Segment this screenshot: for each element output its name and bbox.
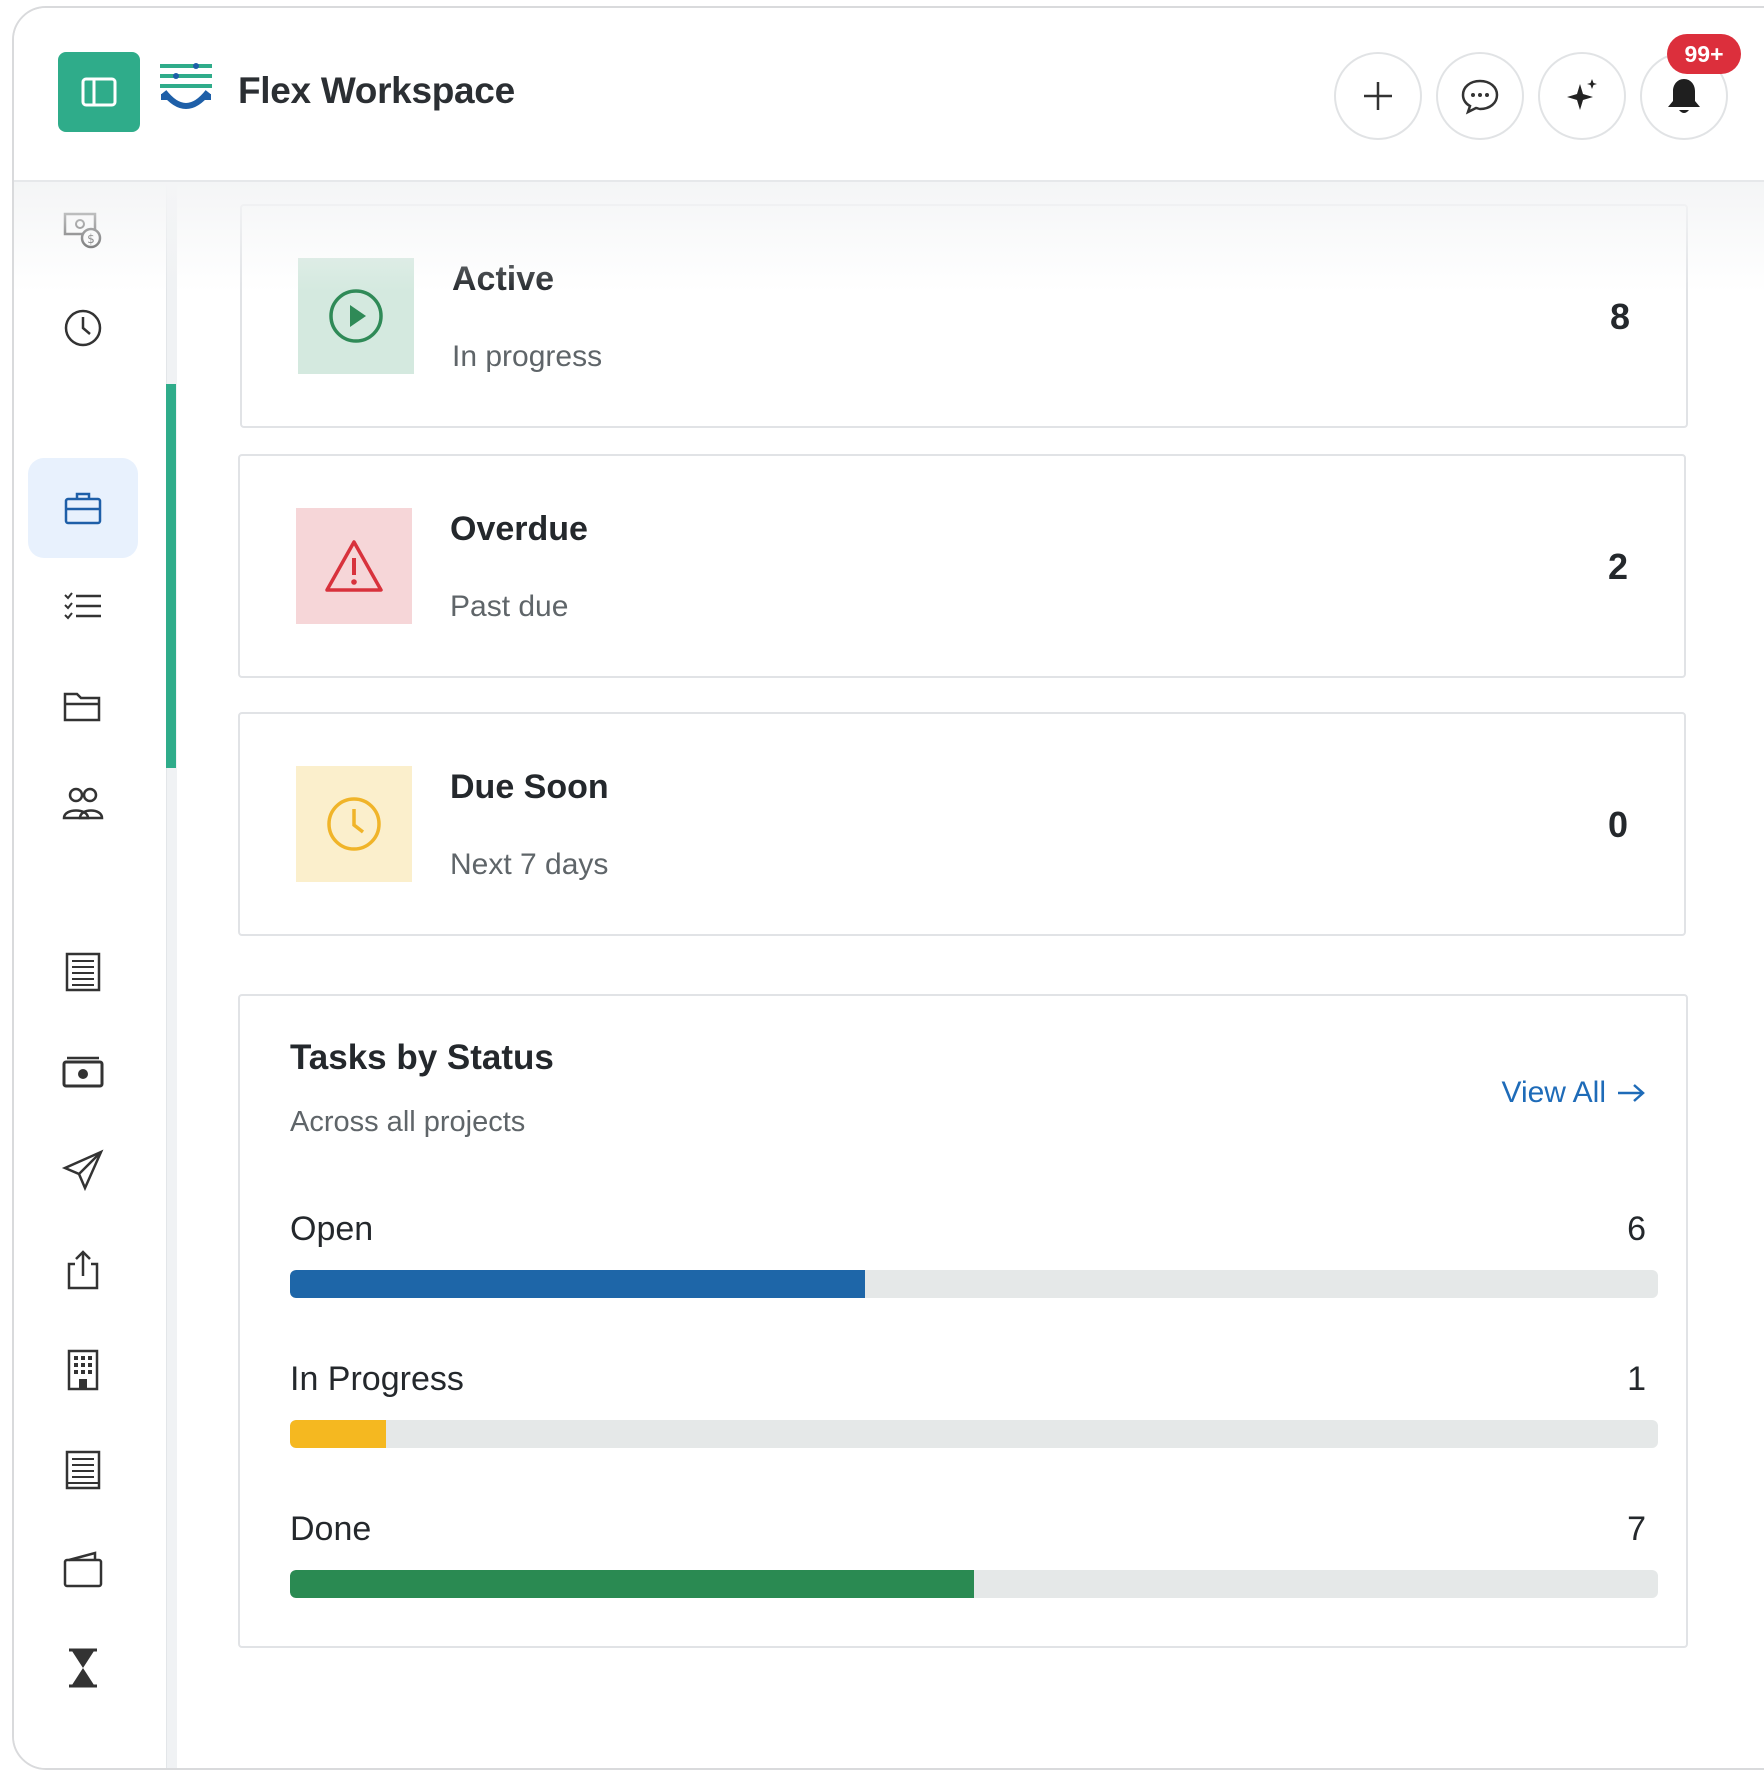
sidebar-item-send[interactable] bbox=[28, 1120, 138, 1220]
share-icon bbox=[67, 1250, 99, 1290]
cash-icon bbox=[62, 1056, 104, 1088]
sidebar-item-payments[interactable] bbox=[28, 1022, 138, 1122]
svg-text:$: $ bbox=[87, 232, 95, 246]
status-card-active[interactable]: Active In progress 8 bbox=[240, 204, 1688, 428]
card-icon-box bbox=[296, 508, 412, 624]
card-count: 2 bbox=[1607, 546, 1628, 587]
building-icon bbox=[67, 1349, 99, 1391]
money-settings-icon: $ bbox=[63, 212, 102, 249]
top-header: Flex Workspace 99+ bbox=[14, 8, 1764, 182]
progress-fill bbox=[290, 1270, 865, 1298]
sidebar-toggle-button[interactable] bbox=[58, 52, 140, 132]
clock-icon bbox=[327, 797, 381, 851]
sidebar-item-projects[interactable] bbox=[28, 458, 138, 558]
clock-icon bbox=[64, 309, 102, 347]
warning-icon bbox=[325, 540, 383, 592]
logo-icon bbox=[160, 63, 212, 109]
sidebar-item-files[interactable] bbox=[28, 656, 138, 756]
card-title: Overdue bbox=[450, 510, 588, 548]
status-row-label: In Progress bbox=[290, 1360, 464, 1398]
chat-icon bbox=[1461, 79, 1499, 115]
sidebar-item-company[interactable] bbox=[28, 1320, 138, 1420]
sidebar-item-wallet[interactable] bbox=[28, 1520, 138, 1620]
card-title: Active bbox=[452, 260, 555, 298]
sidebar-item-billing[interactable]: $ bbox=[28, 180, 138, 280]
wallet-icon bbox=[63, 1551, 103, 1588]
sidebar-panel-icon bbox=[81, 77, 117, 107]
app-window: Flex Workspace 99+ $ Active In progress … bbox=[12, 6, 1764, 1770]
card-icon-box bbox=[296, 766, 412, 882]
progress-bar-done bbox=[290, 1570, 1658, 1598]
sparkle-icon bbox=[1567, 79, 1597, 110]
sidebar-item-documents[interactable] bbox=[28, 922, 138, 1022]
sidebar-item-time[interactable] bbox=[28, 278, 138, 378]
bell-icon bbox=[1668, 79, 1700, 113]
sidebar-item-team[interactable] bbox=[28, 754, 138, 854]
status-row-value: 1 bbox=[1627, 1360, 1646, 1398]
sidebar-item-share[interactable] bbox=[28, 1220, 138, 1320]
chat-button[interactable] bbox=[1436, 52, 1524, 140]
ai-assistant-button[interactable] bbox=[1538, 52, 1626, 140]
progress-fill bbox=[290, 1420, 386, 1448]
panel-subtitle: Across all projects bbox=[290, 1106, 526, 1138]
checklist-icon bbox=[64, 592, 101, 620]
card-count: 0 bbox=[1607, 804, 1628, 845]
sidebar-item-tasks[interactable] bbox=[28, 556, 138, 656]
play-icon bbox=[329, 289, 383, 343]
ledger-icon bbox=[65, 1450, 101, 1490]
add-icon bbox=[1364, 82, 1392, 110]
sidebar-scrollbar-thumb[interactable] bbox=[166, 384, 176, 768]
progress-fill bbox=[290, 1570, 974, 1598]
tasks-by-status-panel: Tasks by Status Across all projects View… bbox=[238, 994, 1688, 1648]
sidebar-item-timesheets[interactable] bbox=[28, 1618, 138, 1718]
status-card-due-soon[interactable]: Due Soon Next 7 days 0 bbox=[238, 712, 1686, 936]
progress-bar-in-progress bbox=[290, 1420, 1658, 1448]
card-subtitle: Past due bbox=[450, 590, 569, 623]
folder-icon bbox=[63, 692, 101, 722]
app-title: Flex Workspace bbox=[238, 70, 515, 111]
send-icon bbox=[61, 1149, 104, 1192]
sidebar-nav: $ bbox=[14, 180, 172, 1768]
progress-bar-open bbox=[290, 1270, 1658, 1298]
users-icon bbox=[62, 787, 104, 820]
status-row-label: Done bbox=[290, 1510, 372, 1548]
card-title: Due Soon bbox=[450, 768, 609, 806]
card-count: 8 bbox=[1609, 296, 1630, 337]
card-subtitle: Next 7 days bbox=[450, 848, 609, 881]
card-icon-box bbox=[298, 258, 414, 374]
arrow-right-icon bbox=[1618, 1084, 1645, 1102]
card-subtitle: In progress bbox=[452, 340, 603, 373]
view-all-label: View All bbox=[1501, 1076, 1606, 1109]
status-row-value: 6 bbox=[1627, 1210, 1646, 1248]
document-icon bbox=[65, 952, 101, 992]
hourglass-icon bbox=[69, 1648, 97, 1688]
panel-title: Tasks by Status bbox=[290, 1038, 554, 1077]
status-row-value: 7 bbox=[1627, 1510, 1646, 1548]
sidebar-item-ledger[interactable] bbox=[28, 1420, 138, 1520]
add-button[interactable] bbox=[1334, 52, 1422, 140]
view-all-link[interactable]: View All bbox=[1501, 1076, 1646, 1110]
status-card-overdue[interactable]: Overdue Past due 2 bbox=[238, 454, 1686, 678]
notification-badge: 99+ bbox=[1667, 34, 1741, 74]
status-row-label: Open bbox=[290, 1210, 374, 1248]
briefcase-icon bbox=[64, 492, 102, 525]
